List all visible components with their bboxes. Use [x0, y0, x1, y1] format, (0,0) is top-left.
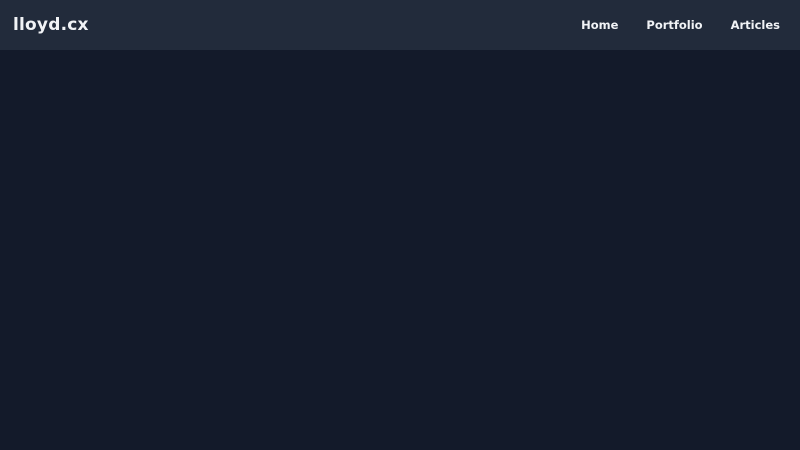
nav-link-portfolio[interactable]: Portfolio	[646, 18, 702, 32]
main-content-area	[0, 50, 800, 450]
top-navbar: lloyd.cx Home Portfolio Articles	[0, 0, 800, 50]
nav-link-home[interactable]: Home	[581, 18, 618, 32]
nav-link-articles[interactable]: Articles	[731, 18, 780, 32]
site-title-link[interactable]: lloyd.cx	[13, 15, 89, 35]
main-nav: Home Portfolio Articles	[581, 18, 780, 32]
